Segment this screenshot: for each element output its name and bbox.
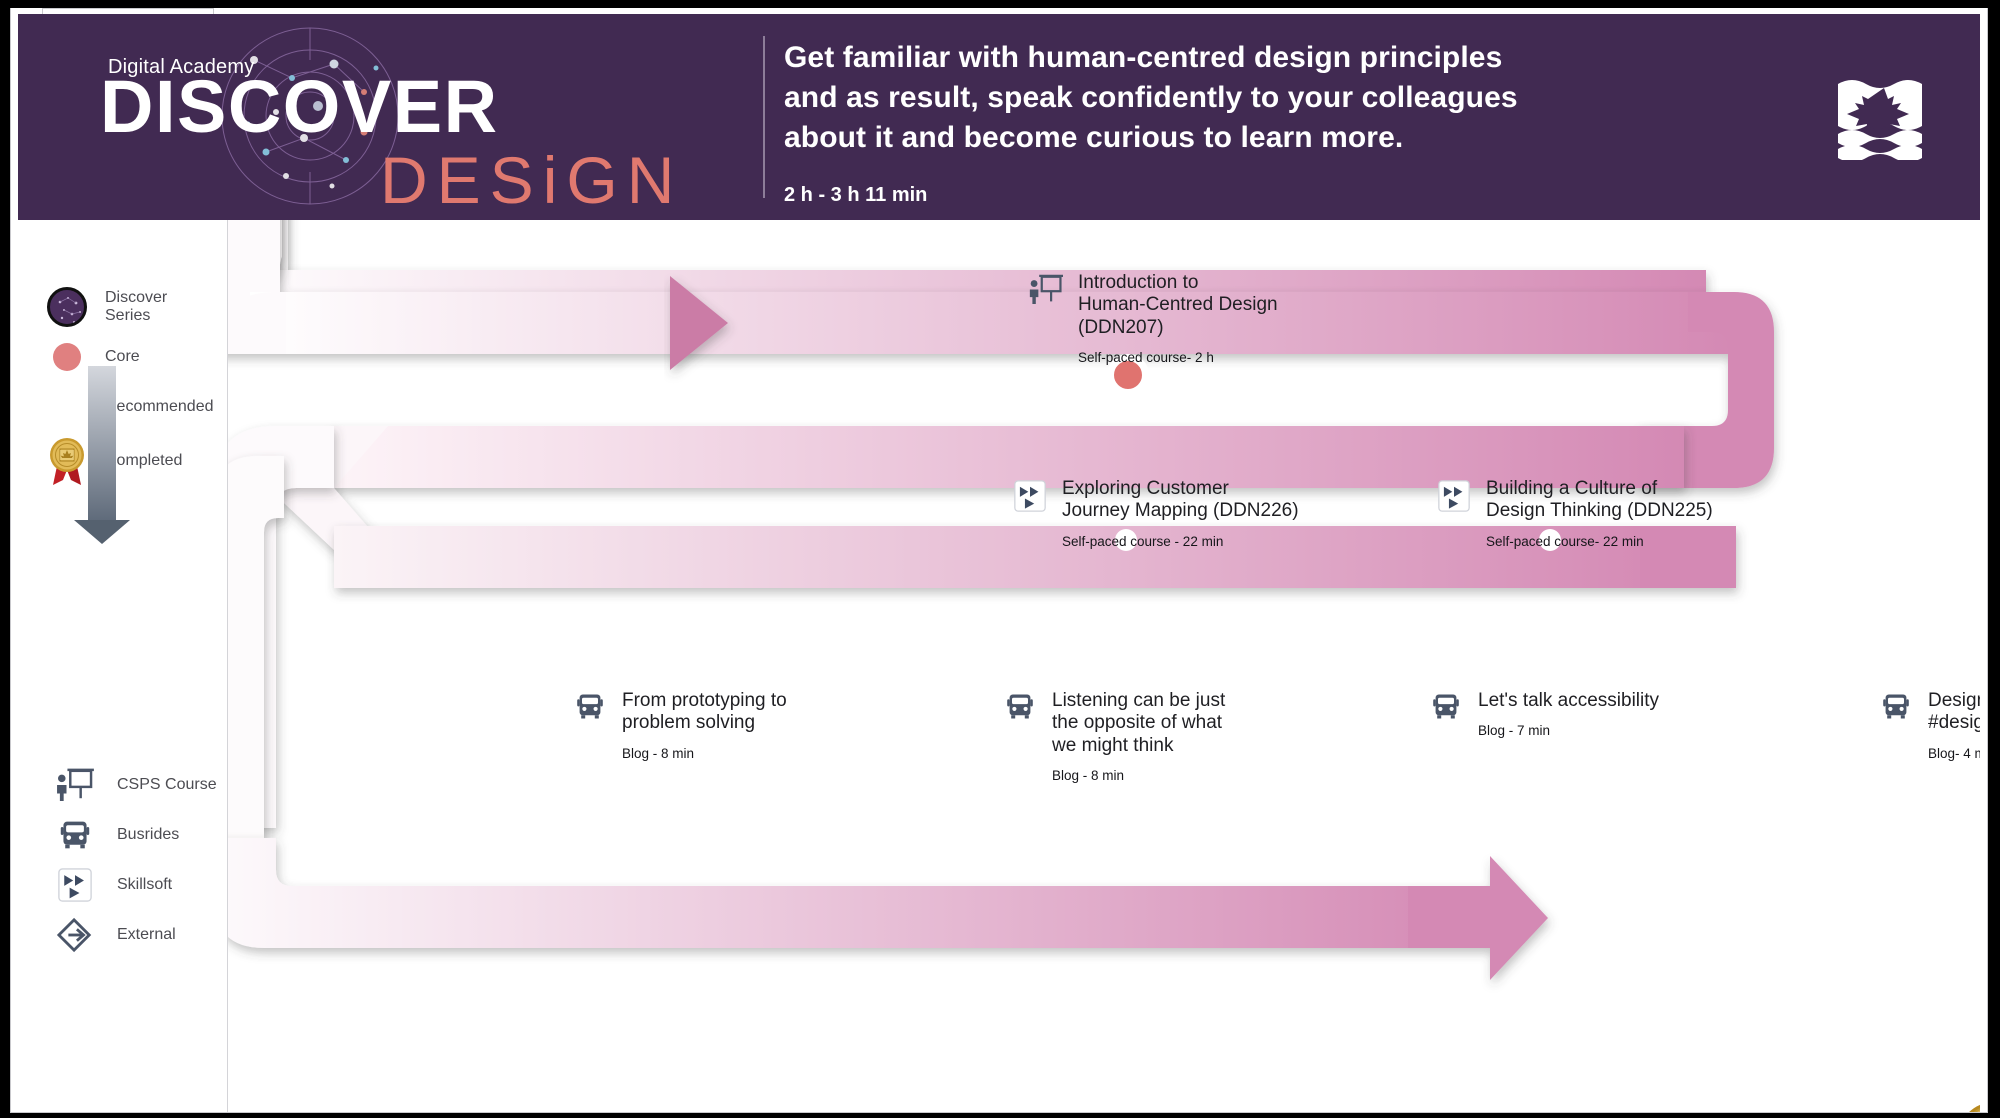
path-node-lets-talk-accessibility[interactable] <box>1539 629 1561 651</box>
path-item-meta: Blog- 4 min <box>1928 745 1980 761</box>
legend-item-recommended: Recommended <box>41 382 214 432</box>
legend-type-skillsoft: Skillsoft <box>55 860 217 910</box>
completed-medal <box>41 436 93 486</box>
completed-medal <box>1969 1104 1980 1112</box>
path-node-from-prototyping[interactable] <box>686 629 708 651</box>
path-item-meta: Self-paced course - 22 min <box>1062 533 1224 549</box>
path-item-meta: Self-paced course- 2 h <box>1078 350 1214 366</box>
legend-progress-arrowhead <box>74 520 130 544</box>
path-item-meta: Blog - 7 min <box>1478 723 1551 739</box>
path-item-title: Design with users #designwin <box>1928 690 1980 734</box>
header-description: Get familiar with human-centred design p… <box>784 38 1574 158</box>
brand-logo: Digital Academy DISCOVER DESiGN <box>90 52 710 213</box>
legend-progress-stem <box>88 366 116 526</box>
brand-accent-title: DESiGN <box>380 143 684 217</box>
external-link-diamond-icon <box>55 917 95 953</box>
path-node-listening-opposite[interactable] <box>1115 629 1137 651</box>
path-item-intro-hcd[interactable]: Introduction to Human-Centred Design (DD… <box>1024 272 1354 365</box>
bus-icon <box>1424 690 1468 738</box>
path-item-exploring-customer-journey[interactable]: Exploring Customer Journey Mapping (DDN2… <box>1008 478 1308 549</box>
bus-icon <box>55 817 95 853</box>
content-type-legend: CSPS Course Busrides Skillsoft External <box>55 760 217 960</box>
path-item-listening-opposite[interactable]: Listening can be just the opposite of wh… <box>998 690 1288 783</box>
legend-type-csps-course: CSPS Course <box>55 760 217 810</box>
legend-label-core: Core <box>105 348 140 366</box>
skillsoft-play-icon <box>55 867 95 903</box>
path-item-design-with-users[interactable]: Design with users #designwin Blog- 4 min <box>1874 690 1980 761</box>
legend-item-core: Core <box>41 332 214 382</box>
skillsoft-play-icon <box>1432 478 1476 549</box>
path-item-building-culture-design-thinking[interactable]: Building a Culture of Design Thinking (D… <box>1432 478 1732 549</box>
legend-type-busrides: Busrides <box>55 810 217 860</box>
path-item-title: Let's talk accessibility <box>1478 690 1660 711</box>
path-item-title: Building a Culture of Design Thinking (D… <box>1486 478 1713 522</box>
legend-sidebar: Discover Series Core Recommended Complet… <box>11 220 228 1112</box>
legend-type-label-busrides: Busrides <box>117 826 180 843</box>
legend-type-label-external: External <box>117 926 176 943</box>
header-divider <box>763 36 765 198</box>
legend-type-label-skillsoft: Skillsoft <box>117 876 173 893</box>
legend-label-discover-series: Discover Series <box>105 289 168 324</box>
screenshot-root: Digital Academy DISCOVER DESiGN Get fami… <box>0 0 2000 1118</box>
status-legend: Discover Series Core Recommended Complet… <box>41 282 214 544</box>
header-banner: Digital Academy DISCOVER DESiGN Get fami… <box>18 14 1980 220</box>
path-item-meta: Blog - 8 min <box>1052 768 1125 784</box>
path-item-meta: Blog - 8 min <box>622 745 695 761</box>
legend-label-recommended: Recommended <box>105 398 214 416</box>
path-node-design-with-users[interactable] <box>1963 629 1980 651</box>
csps-book-maple-leaf-icon <box>1838 80 1922 160</box>
learning-path-canvas: Introduction to Human-Centred Design (DD… <box>228 220 1980 1112</box>
skillsoft-play-icon <box>1008 478 1052 549</box>
bus-icon <box>568 690 612 761</box>
legend-type-label-csps-course: CSPS Course <box>117 776 217 793</box>
discover-orbit-mini-icon <box>58 297 81 323</box>
header-description-line-3: about it and become curious to learn mor… <box>784 120 1404 154</box>
bus-icon <box>998 690 1042 783</box>
brand-title: DISCOVER <box>100 65 499 148</box>
window-top-tab <box>42 8 214 14</box>
bus-icon <box>1874 690 1918 761</box>
path-item-from-prototyping[interactable]: From prototyping to problem solving Blog… <box>568 690 858 761</box>
legend-item-discover-series: Discover Series <box>41 282 214 332</box>
path-item-title: Exploring Customer Journey Mapping (DDN2… <box>1062 478 1299 522</box>
medal-icon <box>50 438 84 485</box>
header-duration: 2 h - 3 h 11 min <box>784 184 928 206</box>
header-description-line-1: Get familiar with human-centred design p… <box>784 41 1503 74</box>
path-item-title: From prototyping to problem solving <box>622 690 787 734</box>
path-item-meta: Self-paced course- 22 min <box>1486 533 1644 549</box>
header-description-line-2: and as result, speak confidently to your… <box>784 80 1518 114</box>
legend-item-completed: Completed <box>41 432 214 490</box>
discover-series-dot <box>41 282 93 332</box>
path-item-title: Listening can be just the opposite of wh… <box>1052 690 1226 756</box>
legend-label-completed: Completed <box>105 452 183 470</box>
legend-type-external: External <box>55 910 217 960</box>
recommended-dot <box>41 382 93 432</box>
path-item-lets-talk-accessibility[interactable]: Let's talk accessibility Blog - 7 min <box>1424 690 1714 738</box>
path-finish: Congratulations on completing the learni… <box>1894 1098 1980 1112</box>
presenter-board-icon <box>1024 272 1068 365</box>
path-item-title: Introduction to Human-Centred Design (DD… <box>1078 272 1278 338</box>
presenter-board-icon <box>55 767 95 803</box>
core-dot <box>41 332 93 382</box>
